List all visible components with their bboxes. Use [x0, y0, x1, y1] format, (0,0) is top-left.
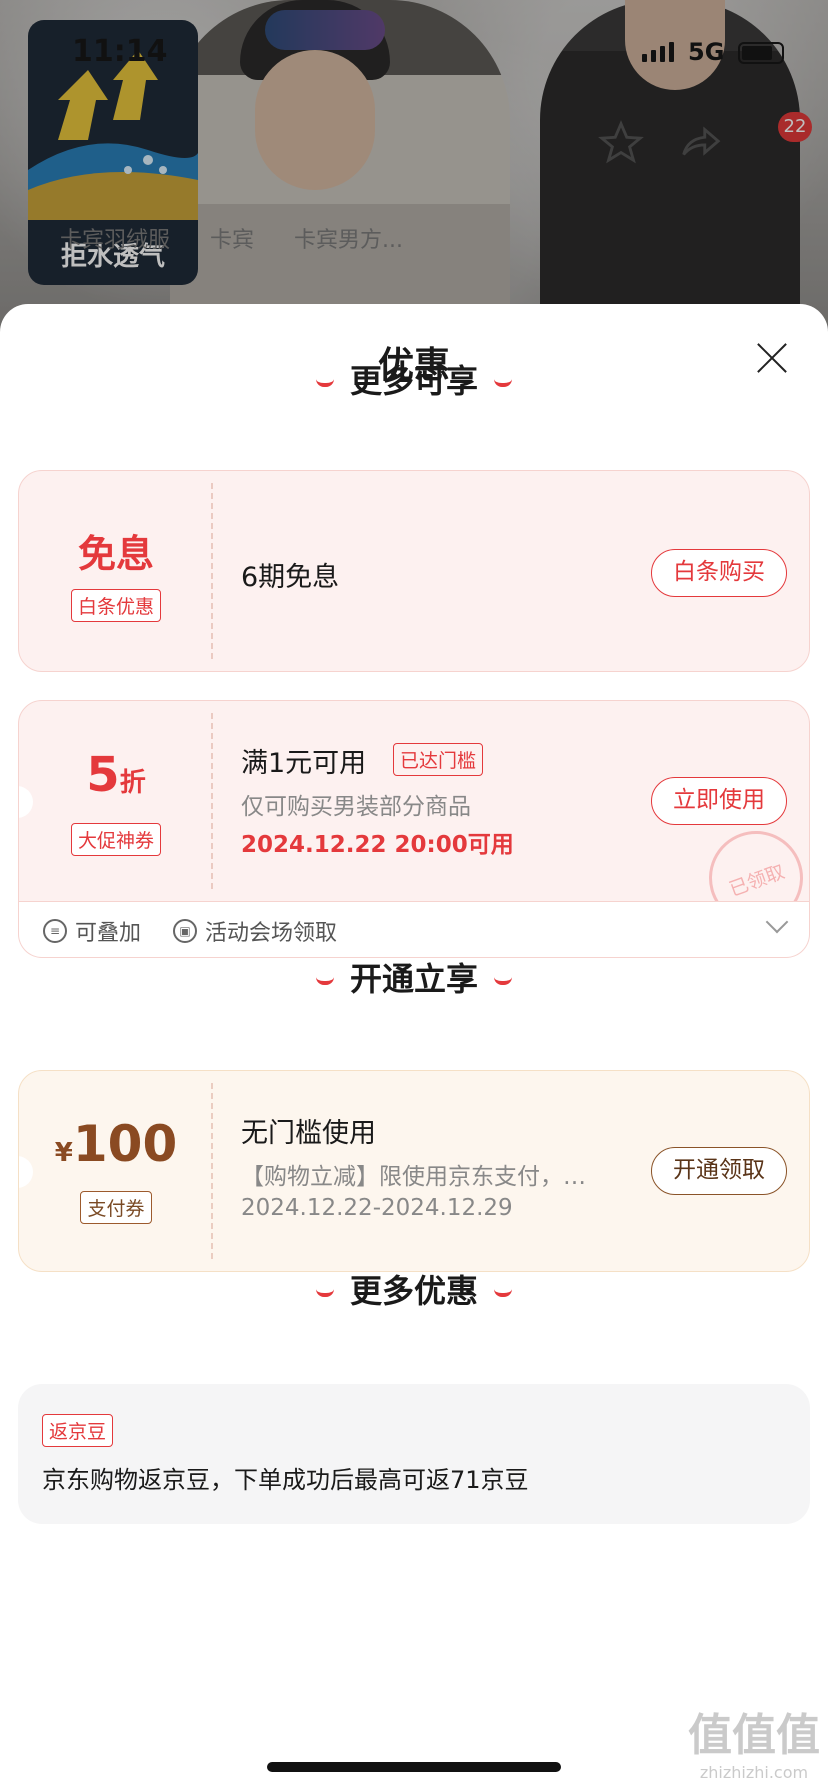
pay-coupon-value: ¥100	[19, 1115, 213, 1173]
promo-coupon-tag: 大促神券	[70, 823, 161, 856]
section-heading-more-offers: 更多优惠	[0, 1266, 828, 1312]
watermark-url: zhizhizhi.com	[699, 1763, 809, 1782]
baitiao-tag: 白条优惠	[70, 589, 161, 622]
reached-threshold-tag: 已达门槛	[393, 743, 484, 776]
section-label: 更多可享	[349, 362, 478, 400]
section-label: 更多优惠	[349, 1272, 478, 1310]
pay-coupon-tag: 支付券	[80, 1191, 152, 1224]
jingdou-tag: 返京豆	[42, 1414, 114, 1447]
coupon-footer[interactable]: ≡ 可叠加 ▣ 活动会场领取	[18, 902, 810, 958]
home-indicator[interactable]	[267, 1762, 561, 1772]
discount-coupon-card[interactable]: 5折 大促神券 满1元可用 已达门槛 仅可购买男装部分商品 2024.12.22…	[18, 700, 810, 902]
swoosh-icon	[494, 1289, 512, 1297]
currency-symbol: ¥	[54, 1138, 73, 1168]
pay-coupon-dates: 2024.12.22-2024.12.29	[241, 1195, 513, 1221]
ticket-icon: ▣	[173, 919, 197, 943]
payment-coupon-card[interactable]: ¥100 支付券 无门槛使用 【购物立减】限使用京东支付，… 2024.12.2…	[18, 1070, 810, 1272]
chevron-down-icon[interactable]	[765, 910, 789, 934]
discount-number: 5	[86, 747, 120, 803]
stackable-item: ≡ 可叠加	[43, 915, 141, 947]
jingdou-text: 京东购物返京豆，下单成功后最高可返71京豆	[42, 1466, 529, 1494]
card-left: ¥100 支付券	[19, 1071, 213, 1271]
stack-icon: ≡	[43, 919, 67, 943]
site-watermark: 值值值 zhizhizhi.com	[688, 1699, 820, 1782]
status-time: 11:14	[72, 34, 168, 69]
coupon-valid-time: 2024.12.22 20:00可用	[241, 832, 514, 858]
swoosh-icon	[315, 379, 334, 387]
swoosh-icon	[315, 977, 334, 985]
battery-icon	[738, 42, 784, 64]
use-now-button[interactable]: 立即使用	[651, 777, 787, 825]
interest-free-title: 免息	[77, 532, 154, 576]
interest-free-card[interactable]: 免息 白条优惠 6期免息 白条购买	[18, 470, 810, 672]
watermark-logo: 值值值	[688, 1710, 820, 1761]
jingdou-offer-card[interactable]: 返京豆 京东购物返京豆，下单成功后最高可返71京豆	[18, 1384, 810, 1524]
section-label: 开通立享	[349, 960, 478, 998]
discount-value: 5折	[19, 747, 213, 803]
venue-label: 活动会场领取	[205, 921, 338, 946]
swoosh-icon	[315, 1289, 334, 1297]
section-heading-open-enjoy: 开通立享	[0, 954, 828, 1000]
card-left: 5折 大促神券	[19, 701, 213, 901]
status-bar: 11:14 5G	[0, 0, 828, 104]
claimed-stamp: 已领取	[695, 817, 809, 901]
swoosh-icon	[494, 379, 512, 387]
card-left: 免息 白条优惠	[19, 471, 213, 671]
installment-text: 6期免息	[241, 562, 340, 593]
coupon-scope: 仅可购买男装部分商品	[241, 794, 471, 820]
stackable-label: 可叠加	[75, 921, 142, 946]
coupon-threshold: 满1元可用	[241, 748, 367, 779]
activate-claim-button[interactable]: 开通领取	[651, 1147, 787, 1195]
pay-coupon-desc: 【购物立减】限使用京东支付，…	[241, 1164, 586, 1190]
network-type: 5G	[688, 38, 725, 66]
venue-item: ▣ 活动会场领取	[173, 915, 337, 947]
baitiao-buy-button[interactable]: 白条购买	[651, 549, 787, 597]
discount-unit: 折	[119, 768, 146, 798]
signal-icon	[642, 42, 674, 62]
no-threshold-text: 无门槛使用	[241, 1118, 376, 1149]
swoosh-icon	[494, 977, 512, 985]
pay-coupon-amount: 100	[72, 1115, 178, 1173]
offers-sheet: 优惠 更多可享 免息 白条优惠 6期免息 白条购买 5折 大促神券 满1元可用 …	[0, 304, 828, 1792]
section-heading-more-enjoy: 更多可享	[0, 356, 828, 402]
